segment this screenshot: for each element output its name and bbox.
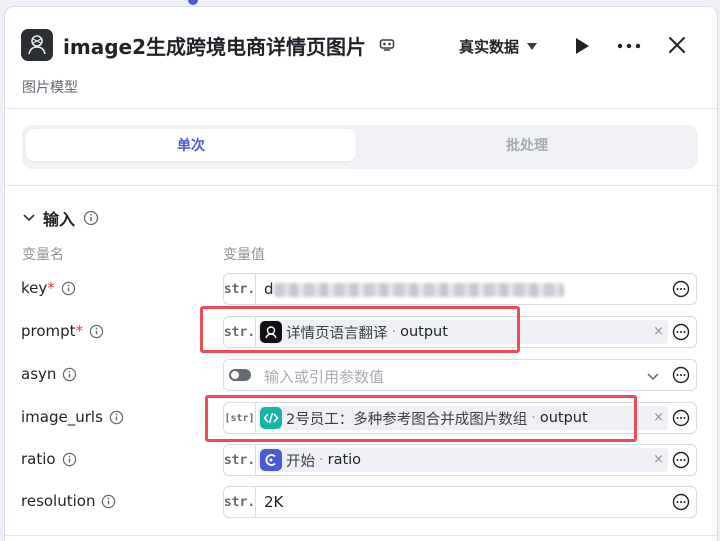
- asyn-placeholder: 输入或引用参数值: [264, 368, 385, 386]
- agent-node-icon: [260, 321, 282, 343]
- variable-name-ratio: ratio: [21, 450, 77, 468]
- data-mode-select[interactable]: 真实数据: [459, 36, 538, 57]
- reference-separator: ·: [531, 410, 536, 426]
- close-icon[interactable]: [667, 35, 687, 55]
- start-node-icon: [260, 449, 282, 471]
- asyn-select[interactable]: 输入或引用参数值: [223, 359, 697, 391]
- info-icon[interactable]: [101, 494, 116, 509]
- variable-name-prompt: prompt *: [21, 322, 104, 340]
- input-section-header[interactable]: 输入: [23, 206, 99, 230]
- info-icon[interactable]: [109, 410, 124, 425]
- caret-down-icon: [527, 42, 538, 50]
- panel-header: image2生成跨境电商详情页图片 真实数据 图片模型: [5, 7, 717, 109]
- tab-batch[interactable]: 批处理: [360, 129, 694, 161]
- variable-name-key: key *: [21, 279, 76, 297]
- type-badge: str.: [224, 274, 256, 304]
- reference-picker-icon[interactable]: [672, 451, 690, 469]
- reference-picker-icon[interactable]: [672, 323, 690, 341]
- chevron-down-icon[interactable]: [23, 214, 35, 222]
- variable-row-key: key * str. d: [5, 273, 717, 305]
- reference-chip[interactable]: 详情页语言翻译 · output ×: [258, 320, 668, 344]
- variable-name-resolution: resolution: [21, 492, 116, 510]
- chevron-down-icon[interactable]: [646, 369, 660, 383]
- variable-row-asyn: asyn 输入或引用参数值: [5, 359, 717, 391]
- run-mode-tabs: 单次 批处理: [22, 125, 698, 169]
- column-header-name: 变量名: [22, 247, 64, 263]
- variable-label: resolution: [21, 492, 96, 510]
- reference-field-name: output: [400, 324, 448, 340]
- info-icon[interactable]: [83, 210, 99, 226]
- variable-row-ratio: ratio str. 开始 · ratio ×: [5, 444, 717, 476]
- info-icon[interactable]: [62, 452, 77, 467]
- node-subtitle: 图片模型: [22, 80, 78, 96]
- clear-reference-icon[interactable]: ×: [653, 452, 664, 467]
- info-icon[interactable]: [62, 367, 77, 382]
- info-icon[interactable]: [89, 324, 104, 339]
- key-input[interactable]: str. d: [223, 273, 697, 305]
- variable-label: asyn: [21, 365, 57, 383]
- reference-picker-icon[interactable]: [672, 280, 690, 298]
- column-header-value: 变量值: [223, 247, 265, 263]
- workflow-tag-icon[interactable]: [379, 37, 395, 53]
- run-button[interactable]: [573, 37, 591, 55]
- image-urls-input[interactable]: [str] 2号员工：多种参考图合并成图片数组 · output ×: [223, 402, 697, 434]
- info-icon[interactable]: [61, 281, 76, 296]
- required-mark: *: [75, 322, 84, 340]
- type-badge: str.: [224, 445, 256, 475]
- top-indicator: [188, 0, 198, 5]
- tab-single[interactable]: 单次: [26, 129, 356, 161]
- reference-field-name: output: [539, 410, 588, 426]
- section-divider: [5, 185, 717, 186]
- reference-separator: ·: [391, 324, 397, 340]
- code-node-icon: [260, 407, 282, 429]
- key-value: d: [264, 280, 274, 298]
- variable-row-image-urls: image_urls [str] 2号员工：多种参考图合并成图片数组 · out…: [5, 402, 717, 434]
- data-mode-label: 真实数据: [459, 38, 520, 56]
- variable-label: image_urls: [21, 408, 103, 426]
- reference-field-name: ratio: [327, 452, 362, 468]
- page-title: image2生成跨境电商详情页图片: [63, 35, 366, 59]
- required-mark: *: [47, 279, 55, 297]
- variable-row-prompt: prompt * str. 详情页语言翻译 · output ×: [5, 316, 717, 348]
- resolution-input[interactable]: str. 2K: [223, 486, 697, 518]
- ratio-input[interactable]: str. 开始 · ratio ×: [223, 444, 697, 476]
- boolean-toggle[interactable]: [229, 369, 251, 381]
- variable-label: ratio: [21, 450, 56, 468]
- clear-reference-icon[interactable]: ×: [653, 410, 664, 425]
- type-badge: str.: [224, 317, 256, 347]
- variable-label: prompt: [21, 322, 76, 340]
- reference-separator: ·: [319, 452, 324, 468]
- node-avatar-icon: [21, 29, 53, 61]
- resolution-value: 2K: [264, 493, 284, 511]
- more-options-icon[interactable]: [617, 43, 641, 49]
- section-title: 输入: [43, 210, 76, 229]
- reference-node-name: 开始: [286, 453, 315, 470]
- reference-chip[interactable]: 开始 · ratio ×: [258, 448, 668, 472]
- clear-reference-icon[interactable]: ×: [653, 324, 664, 339]
- reference-picker-icon[interactable]: [672, 493, 690, 511]
- reference-node-name: 2号员工：多种参考图合并成图片数组: [286, 411, 528, 428]
- reference-picker-icon[interactable]: [672, 366, 690, 384]
- node-test-panel: image2生成跨境电商详情页图片 真实数据 图片模型 单次 批处理 输入 变量…: [4, 6, 718, 541]
- variable-row-resolution: resolution str. 2K: [5, 486, 717, 518]
- reference-picker-icon[interactable]: [672, 409, 690, 427]
- variable-name-asyn: asyn: [21, 365, 77, 383]
- type-badge: str.: [224, 487, 256, 517]
- variable-label: key: [21, 279, 48, 297]
- reference-node-name: 详情页语言翻译: [286, 325, 388, 342]
- prompt-input[interactable]: str. 详情页语言翻译 · output ×: [223, 316, 697, 348]
- reference-chip[interactable]: 2号员工：多种参考图合并成图片数组 · output ×: [258, 406, 668, 430]
- redacted-value: [274, 283, 564, 297]
- bottom-divider: [5, 535, 717, 536]
- type-badge: [str]: [224, 403, 256, 433]
- variable-name-image-urls: image_urls: [21, 408, 124, 426]
